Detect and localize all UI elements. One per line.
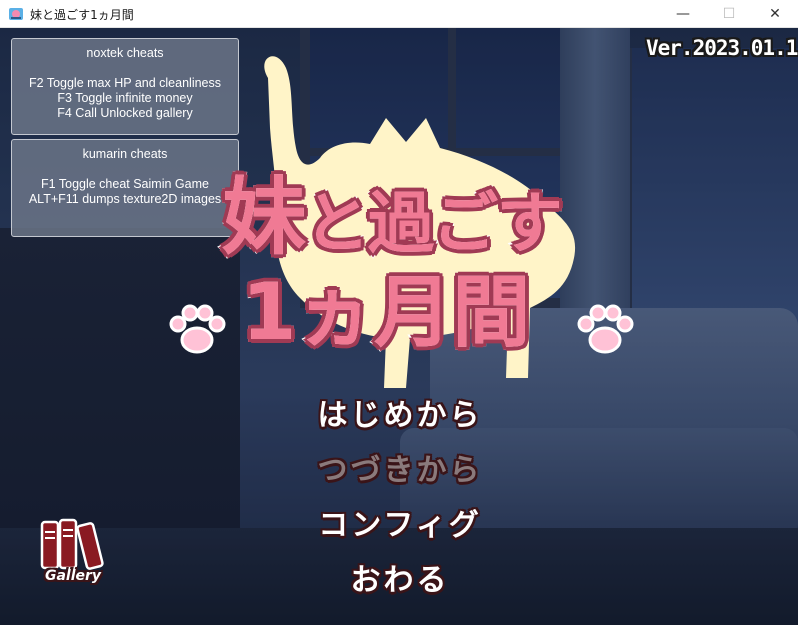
minimize-button[interactable]: — (660, 0, 706, 28)
cheat-panel-noxtek: noxtek cheats F2 Toggle max HP and clean… (11, 38, 239, 135)
menu-quit[interactable]: おわる (260, 555, 540, 599)
gallery-books-icon (40, 518, 104, 570)
cheat-line: F2 Toggle max HP and cleanliness (28, 76, 221, 90)
maximize-button[interactable]: ☐ (706, 0, 752, 28)
close-button[interactable]: ✕ (752, 0, 798, 28)
paw-icon (577, 304, 634, 354)
gallery-button[interactable]: Gallery (36, 516, 110, 596)
cheat-line: F4 Call Unlocked gallery (57, 106, 193, 120)
version-label: Ver.2023.01.1 (646, 36, 798, 60)
window-title: 妹と過ごす1ヵ月間 (30, 8, 134, 22)
menu-config[interactable]: コンフィグ (260, 500, 540, 544)
game-logo: 妹と過ごす 1ヵ月間 (160, 138, 640, 378)
logo-line-2: 1ヵ月間 (239, 265, 533, 361)
menu-continue[interactable]: つづきから (260, 445, 540, 489)
gallery-label: Gallery (44, 568, 102, 584)
paw-icon (169, 304, 226, 354)
app-icon (9, 8, 23, 20)
cheat-panel-title: noxtek cheats (86, 46, 164, 60)
cheat-line: F3 Toggle infinite money (57, 91, 193, 105)
game-canvas[interactable]: Ver.2023.01.1 noxtek cheats F2 Toggle ma… (0, 28, 798, 625)
window-titlebar: 妹と過ごす1ヵ月間 — ☐ ✕ (0, 0, 798, 28)
menu-new-game[interactable]: はじめから (260, 390, 540, 434)
